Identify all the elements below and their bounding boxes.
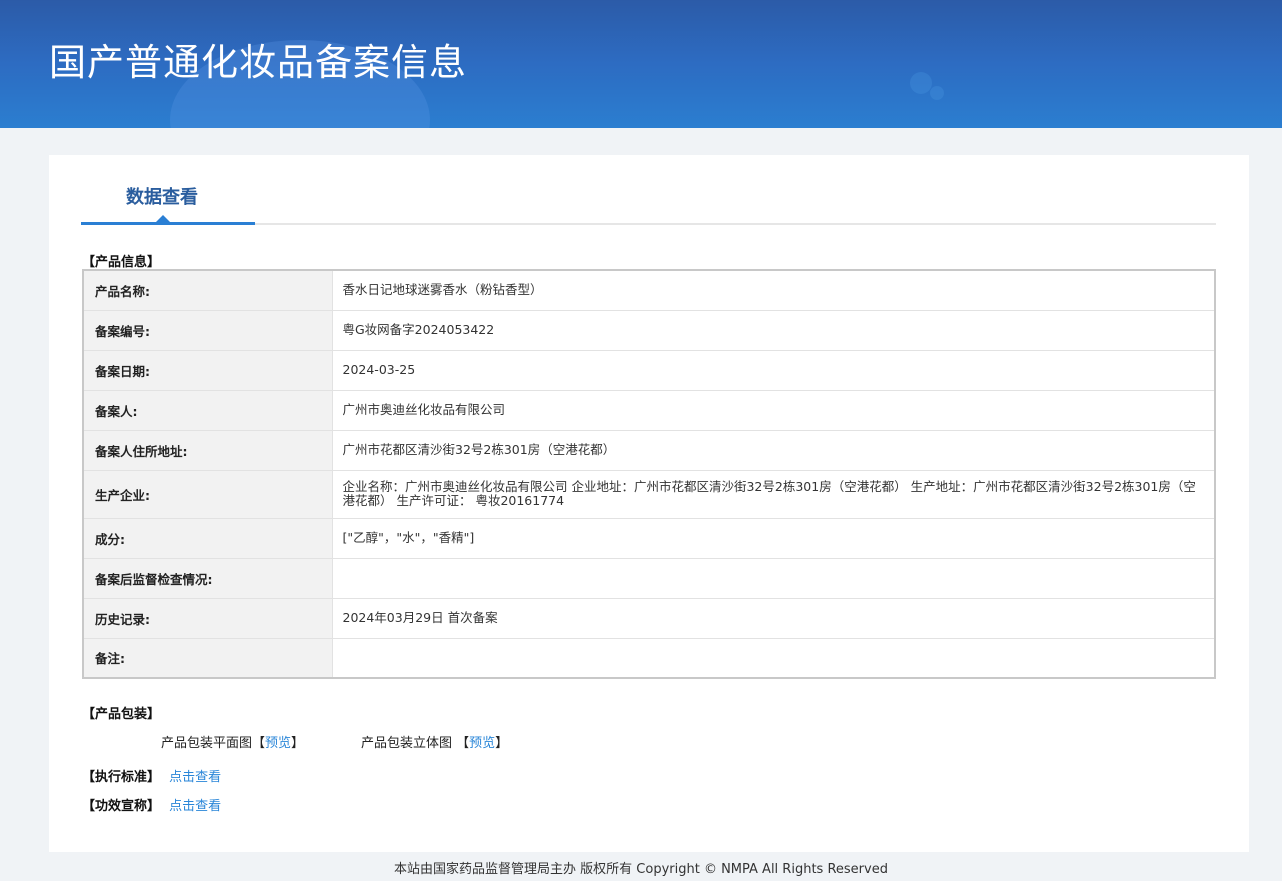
standard-section: 【执行标准】 点击查看 — [82, 766, 221, 785]
row-label: 备注: — [83, 638, 333, 679]
bracket: 】 — [291, 736, 305, 751]
preview-stereo-link[interactable]: 预览 — [469, 736, 495, 751]
row-label: 生产企业: — [83, 470, 333, 519]
product-info-table: 产品名称: 香水日记地球迷雾香水（粉钻香型） 备案编号: 粤G妆网备字20240534… — [82, 269, 1216, 679]
row-value: 粤G妆网备字2024053422 — [332, 310, 1215, 351]
banner-decoration — [910, 72, 932, 94]
preview-flat-link[interactable]: 预览 — [265, 736, 291, 751]
table-row: 备案人: 广州市奥迪丝化妆品有限公司 — [83, 390, 1215, 431]
row-value: 企业名称：广州市奥迪丝化妆品有限公司 企业地址：广州市花都区清沙街32号2栋30… — [332, 470, 1215, 519]
content-card: 数据查看 【产品信息】 产品名称: 香水日记地球迷雾香水（粉钻香型） 备案编号: 粤G… — [49, 155, 1249, 852]
product-info-heading: 【产品信息】 — [82, 255, 161, 270]
tab-label: 数据查看 — [126, 187, 198, 208]
efficacy-view-link[interactable]: 点击查看 — [169, 799, 221, 814]
packaging-flat: 产品包装平面图【预览】 — [161, 732, 304, 751]
row-value — [332, 638, 1215, 679]
row-label: 备案人: — [83, 390, 333, 431]
packaging-flat-label: 产品包装平面图 — [161, 736, 253, 751]
bracket: 【 — [252, 736, 266, 751]
packaging-stereo-label: 产品包装立体图 — [361, 736, 457, 751]
table-row: 备案后监督检查情况: — [83, 558, 1215, 599]
table-row: 成分: ["乙醇"，"水"，"香精"] — [83, 518, 1215, 559]
row-value: 广州市花都区清沙街32号2栋301房（空港花都） — [332, 430, 1215, 471]
table-row: 备注: — [83, 638, 1215, 679]
row-value: 2024年03月29日 首次备案 — [332, 598, 1215, 639]
table-row: 生产企业: 企业名称：广州市奥迪丝化妆品有限公司 企业地址：广州市花都区清沙街32… — [83, 470, 1215, 519]
row-label: 产品名称: — [83, 270, 333, 311]
banner-decoration — [930, 86, 944, 100]
standard-view-link[interactable]: 点击查看 — [169, 770, 221, 785]
row-label: 备案人住所地址: — [83, 430, 333, 471]
row-label: 备案编号: — [83, 310, 333, 351]
row-label: 成分: — [83, 518, 333, 559]
row-value — [332, 558, 1215, 599]
page-title: 国产普通化妆品备案信息 — [49, 41, 467, 84]
row-value: 香水日记地球迷雾香水（粉钻香型） — [332, 270, 1215, 311]
row-label: 备案日期: — [83, 350, 333, 391]
tab-data-view[interactable]: 数据查看 — [81, 155, 255, 225]
row-value: ["乙醇"，"水"，"香精"] — [332, 518, 1215, 559]
tab-indicator-icon — [156, 215, 170, 222]
row-label: 历史记录: — [83, 598, 333, 639]
table-row: 产品名称: 香水日记地球迷雾香水（粉钻香型） — [83, 270, 1215, 311]
header-banner: 国产普通化妆品备案信息 — [0, 0, 1282, 128]
table-row: 备案编号: 粤G妆网备字2024053422 — [83, 310, 1215, 351]
bracket: 】 — [495, 736, 509, 751]
footer-copyright: 本站由国家药品监督管理局主办 版权所有 Copyright © NMPA All… — [394, 862, 888, 877]
bracket: 【 — [456, 736, 470, 751]
packaging-stereo: 产品包装立体图 【预览】 — [361, 732, 508, 751]
standard-heading: 【执行标准】 — [82, 770, 161, 785]
table-row: 备案日期: 2024-03-25 — [83, 350, 1215, 391]
row-value: 2024-03-25 — [332, 350, 1215, 391]
row-label: 备案后监督检查情况: — [83, 558, 333, 599]
tab-bar: 数据查看 — [81, 155, 1216, 225]
table-row: 历史记录: 2024年03月29日 首次备案 — [83, 598, 1215, 639]
efficacy-section: 【功效宣称】 点击查看 — [82, 795, 221, 814]
table-row: 备案人住所地址: 广州市花都区清沙街32号2栋301房（空港花都） — [83, 430, 1215, 471]
packaging-heading: 【产品包装】 — [82, 707, 161, 722]
row-value: 广州市奥迪丝化妆品有限公司 — [332, 390, 1215, 431]
efficacy-heading: 【功效宣称】 — [82, 799, 161, 814]
